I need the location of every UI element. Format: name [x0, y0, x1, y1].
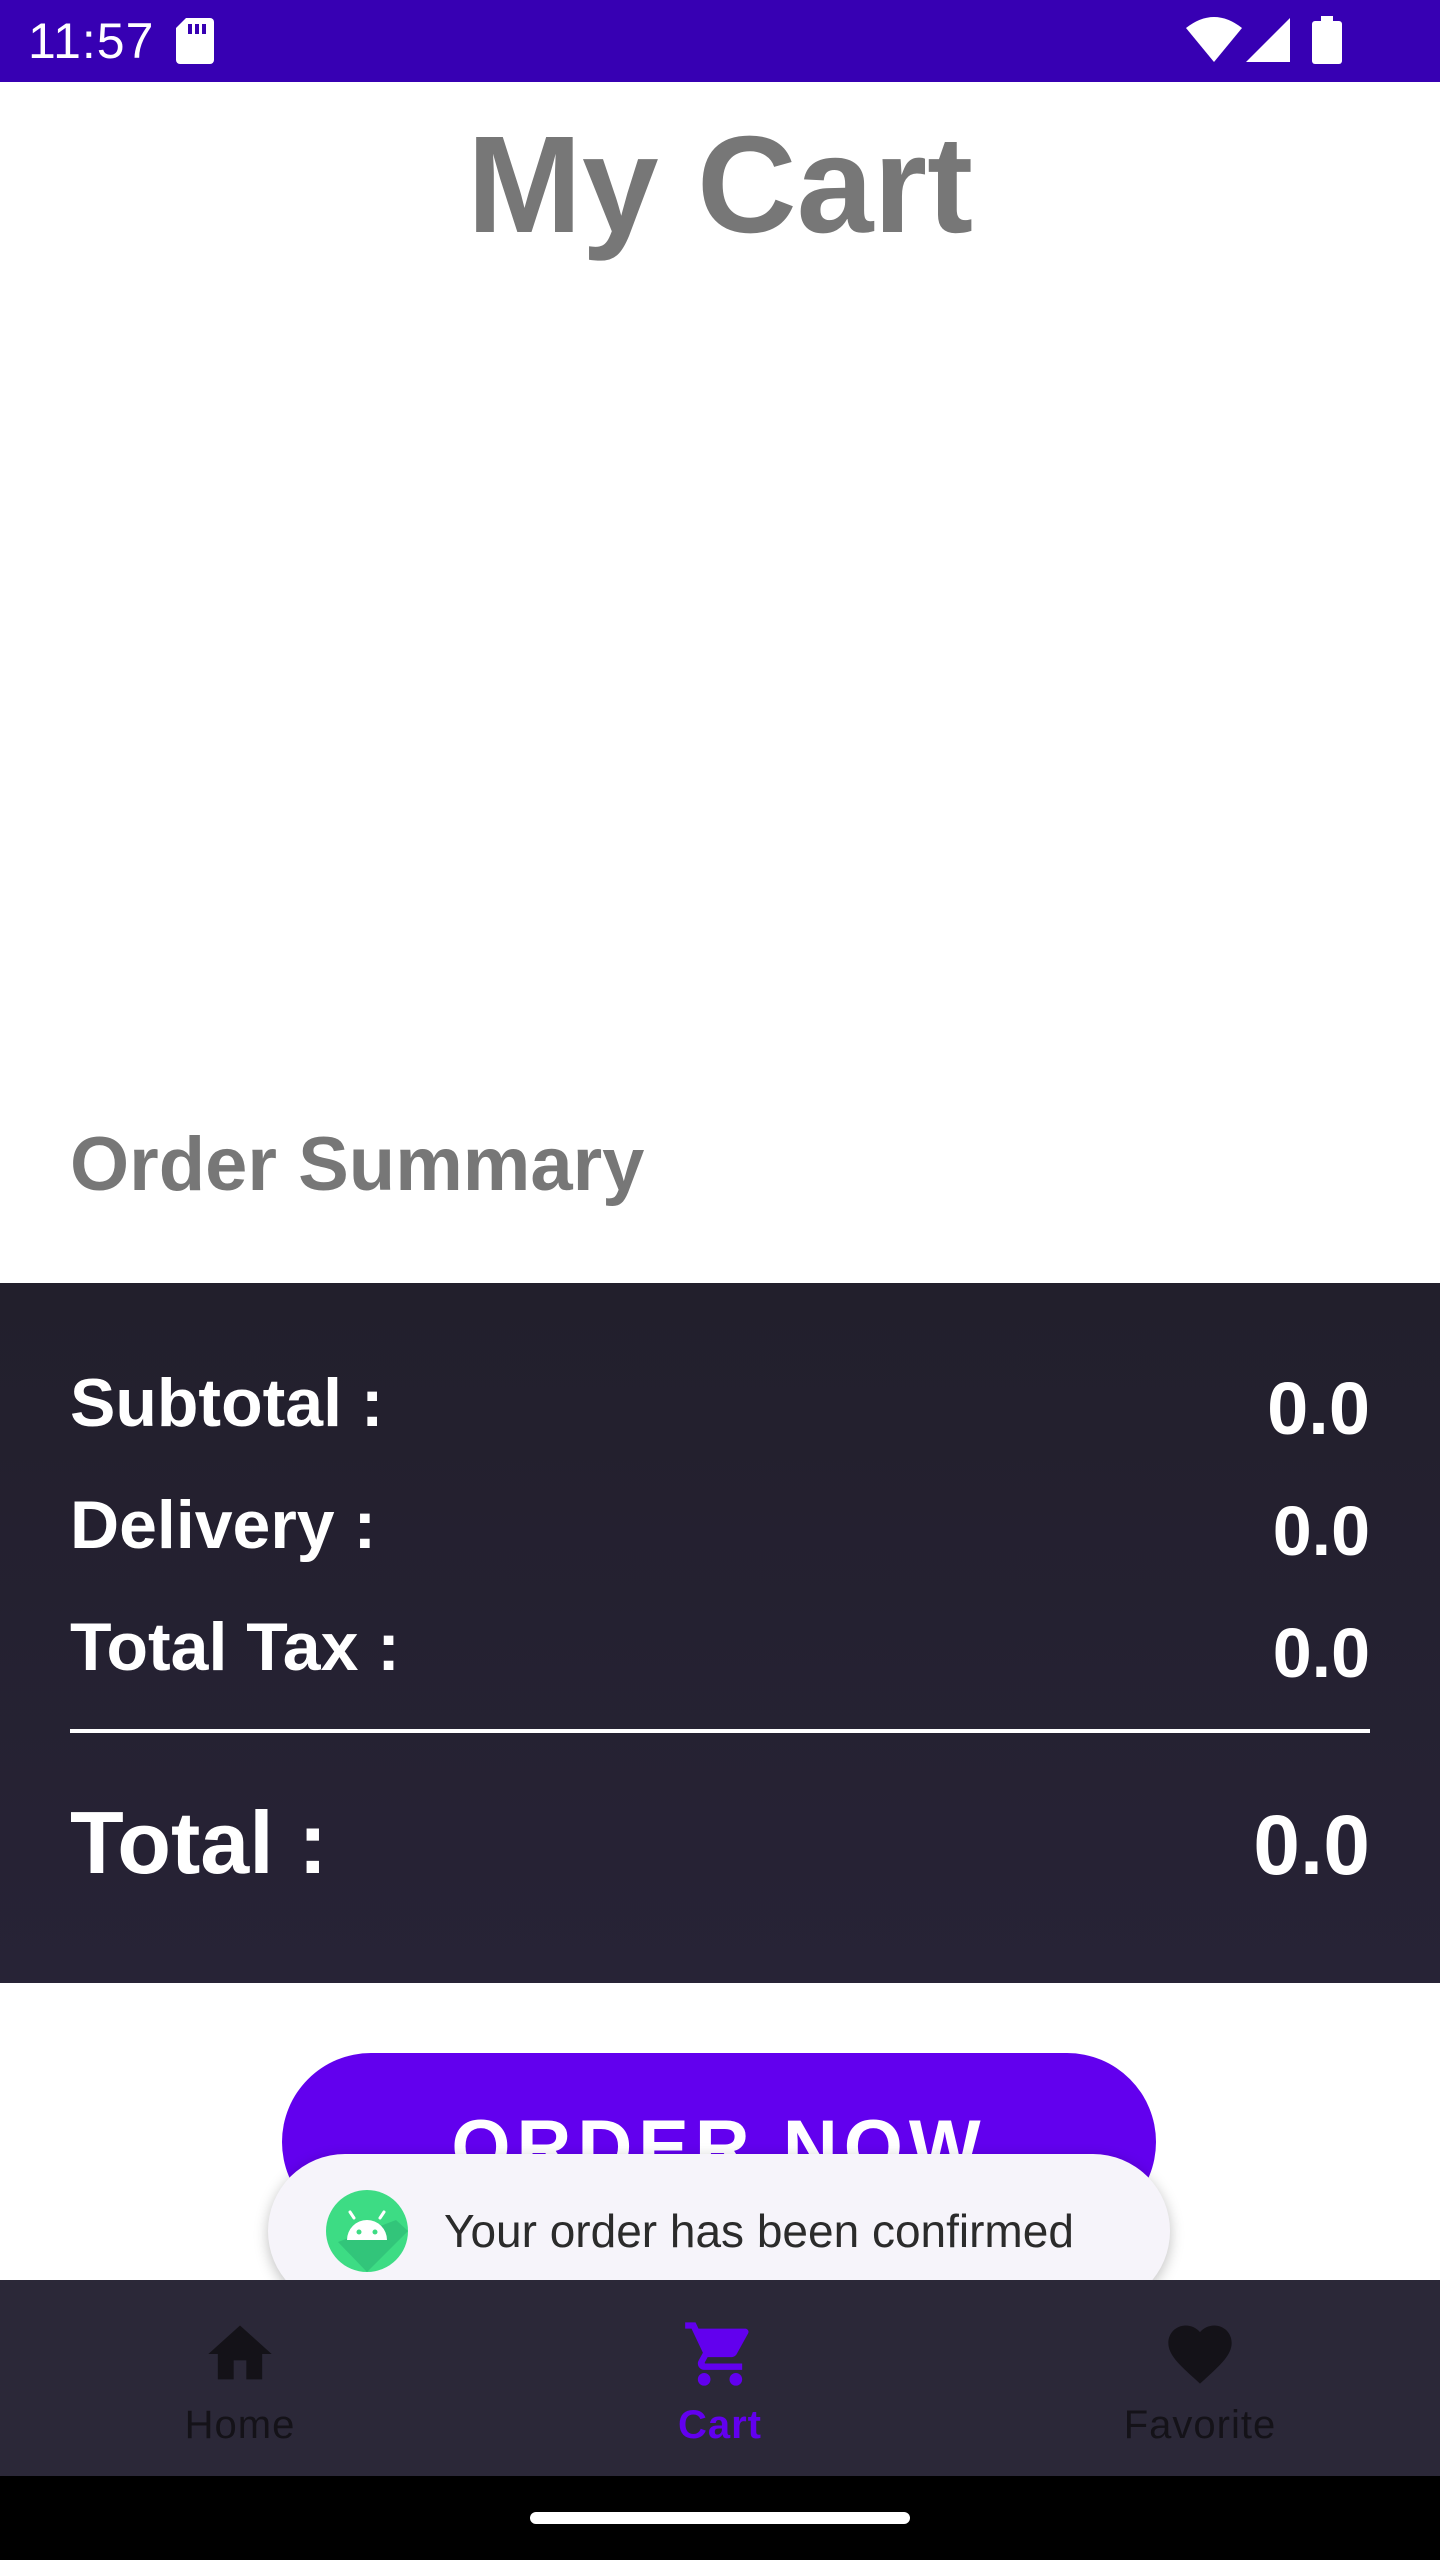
subtotal-value: 0.0 [1267, 1367, 1370, 1450]
nav-label-cart: Cart [677, 2403, 763, 2447]
cell-signal-icon [1246, 18, 1290, 67]
toast-text: Your order has been confirmed [444, 2205, 1074, 2257]
heart-icon [1162, 2316, 1238, 2397]
status-bar: 11:57 [0, 0, 1440, 82]
bottom-navigation: Home Cart Favorite [0, 2280, 1440, 2476]
nav-label-home: Home [184, 2403, 296, 2447]
order-summary-heading: Order Summary [70, 1122, 645, 1207]
cart-icon [682, 2316, 758, 2397]
delivery-value: 0.0 [1272, 1492, 1370, 1570]
delivery-label: Delivery : [70, 1487, 377, 1563]
android-app-icon [326, 2190, 408, 2277]
nav-label-favorite: Favorite [1123, 2403, 1277, 2447]
page-title: My Cart [466, 108, 974, 262]
nav-item-home[interactable]: Home [0, 2280, 480, 2476]
battery-icon [1312, 16, 1342, 69]
gesture-navigation-area [0, 2476, 1440, 2560]
nav-item-favorite[interactable]: Favorite [960, 2280, 1440, 2476]
subtotal-label: Subtotal : [70, 1365, 384, 1441]
status-time: 11:57 [28, 13, 155, 69]
total-label: Total : [70, 1793, 328, 1892]
order-summary-panel: Subtotal : 0.0 Delivery : 0.0 Total Tax … [0, 1283, 1440, 1983]
total-value: 0.0 [1253, 1798, 1370, 1892]
home-gesture-handle[interactable] [530, 2512, 910, 2524]
total-tax-label: Total Tax : [70, 1609, 400, 1685]
summary-divider [70, 1729, 1370, 1733]
sd-card-icon [176, 18, 214, 69]
wifi-icon [1186, 16, 1242, 67]
nav-item-cart[interactable]: Cart [480, 2280, 960, 2476]
total-tax-value: 0.0 [1272, 1614, 1370, 1692]
home-icon [202, 2316, 278, 2397]
